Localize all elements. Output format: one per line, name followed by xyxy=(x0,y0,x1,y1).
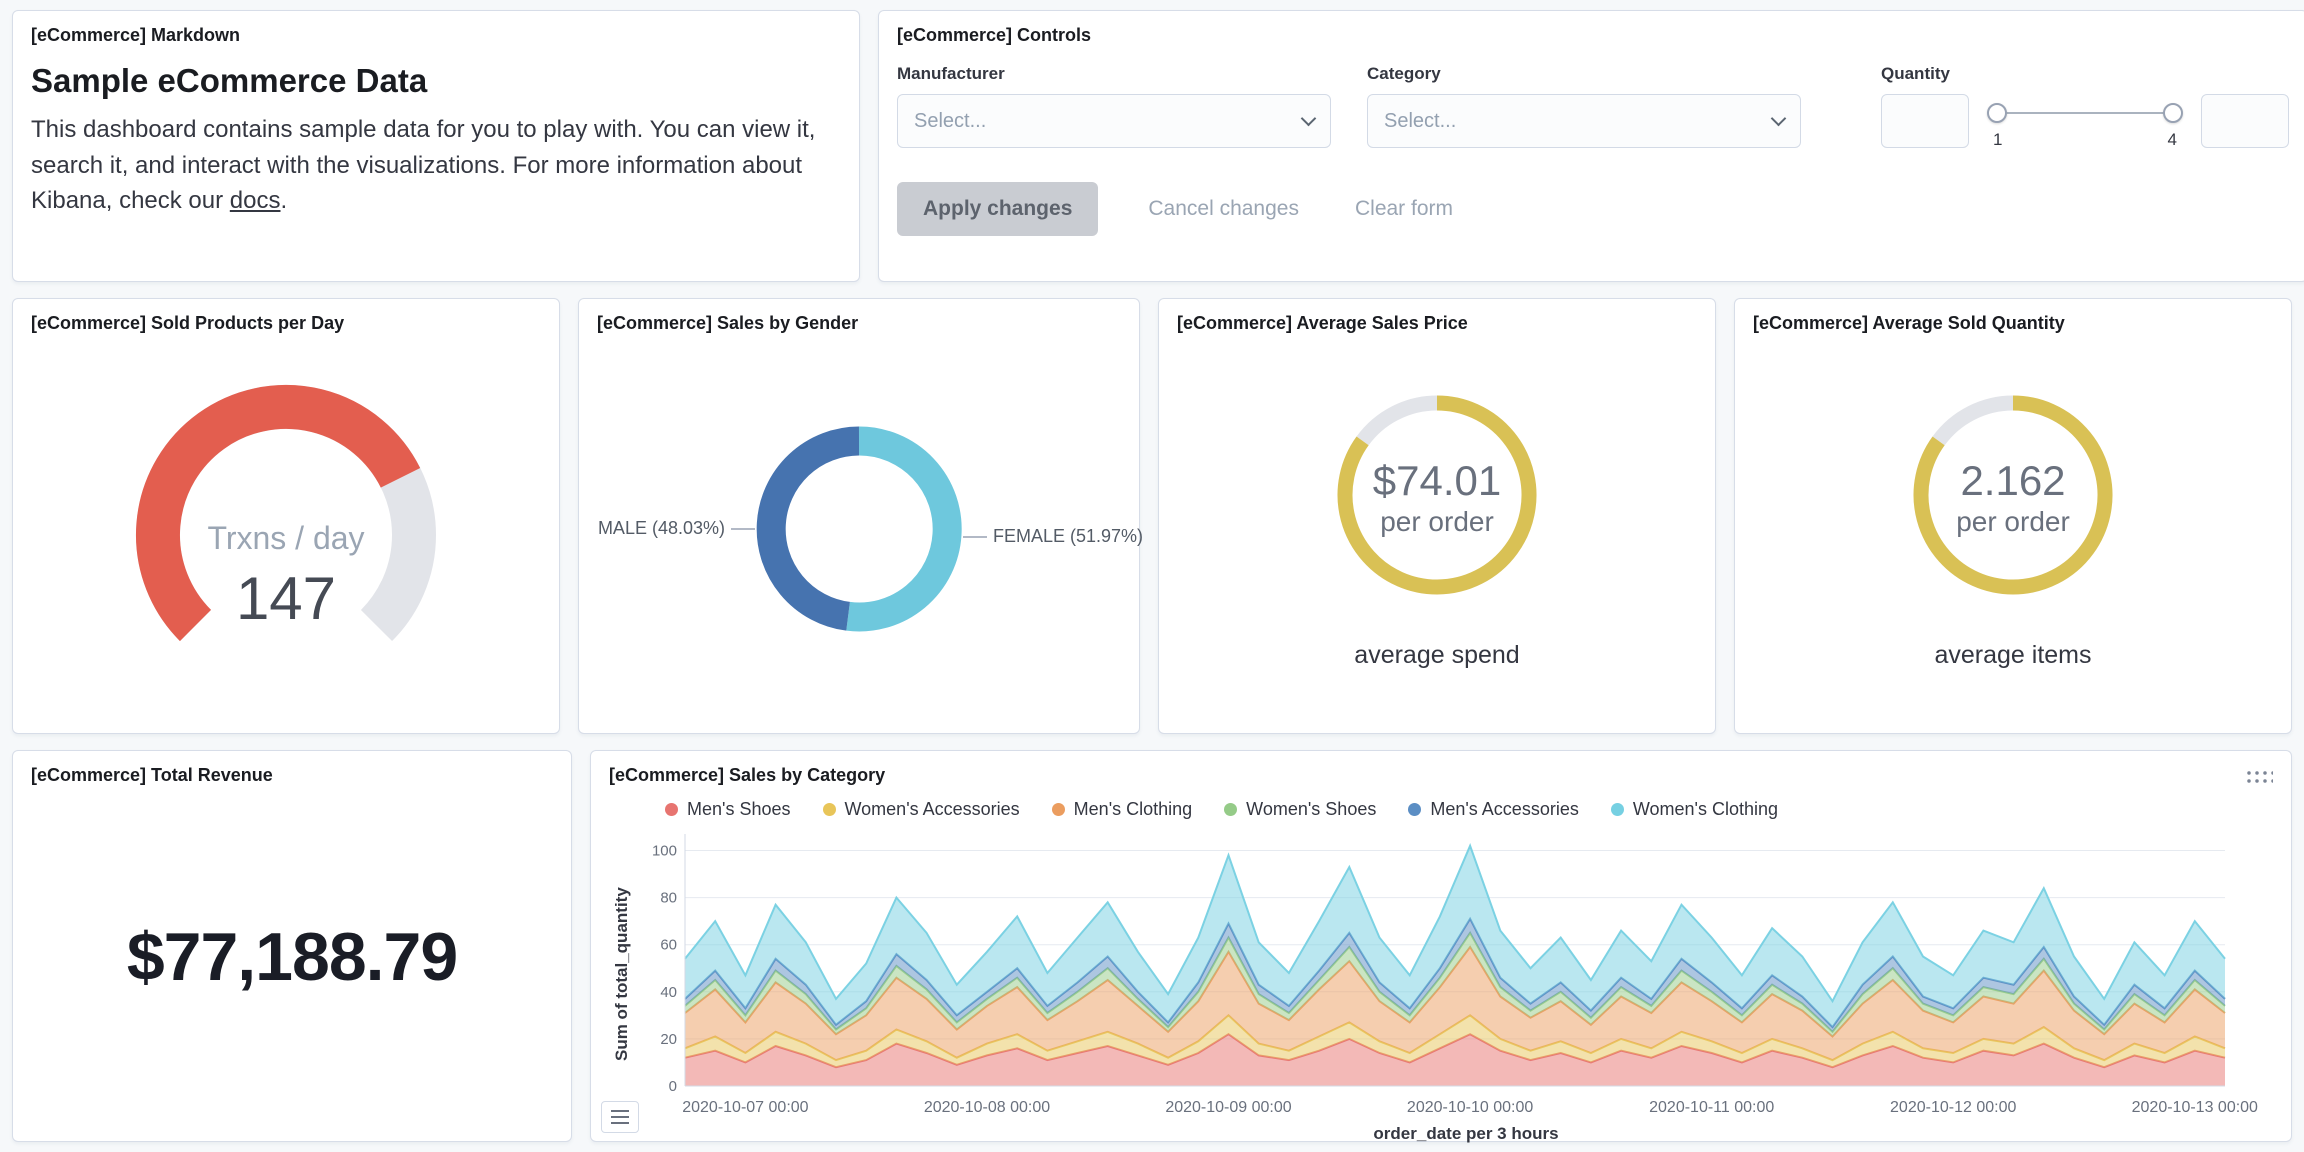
legend-item[interactable]: Women's Clothing xyxy=(1610,799,1779,820)
svg-text:80: 80 xyxy=(660,890,677,907)
legend-dot-icon xyxy=(665,803,678,816)
markdown-body: This dashboard contains sample data for … xyxy=(31,112,831,219)
clear-form-button[interactable]: Clear form xyxy=(1349,196,1459,222)
goal-unit-text: per order xyxy=(1380,506,1494,537)
male-slice-label: MALE (48.03%) xyxy=(598,518,725,538)
svg-text:2020-10-12 00:00: 2020-10-12 00:00 xyxy=(1890,1099,2016,1116)
svg-text:2020-10-11 00:00: 2020-10-11 00:00 xyxy=(1649,1099,1774,1116)
category-placeholder: Select... xyxy=(1384,109,1457,132)
dashboard: [eCommerce] Markdown Sample eCommerce Da… xyxy=(0,0,2304,1152)
panel-title: [eCommerce] Controls xyxy=(897,25,1092,45)
panel-controls: [eCommerce] Controls Manufacturer Select… xyxy=(878,10,2304,282)
svg-text:100: 100 xyxy=(652,843,677,860)
legend-label: Men's Shoes xyxy=(687,799,791,819)
apply-changes-button[interactable]: Apply changes xyxy=(897,182,1099,236)
goal-chart: $74.01 per order xyxy=(1337,395,1537,595)
panel-sold-products-per-day: [eCommerce] Sold Products per Day Trxns … xyxy=(12,298,560,734)
legend-item[interactable]: Women's Accessories xyxy=(822,799,1020,820)
legend-label: Women's Shoes xyxy=(1246,799,1377,819)
category-select[interactable]: Select... xyxy=(1367,94,1801,148)
markdown-heading: Sample eCommerce Data xyxy=(31,62,428,99)
panel-title: [eCommerce] Sold Products per Day xyxy=(31,313,345,333)
legend-dot-icon xyxy=(1224,803,1238,816)
panel-average-sold-quantity: [eCommerce] Average Sold Quantity 2.162 … xyxy=(1734,298,2292,734)
markdown-text-end: . xyxy=(280,187,288,215)
slider-track[interactable] xyxy=(1995,112,2175,114)
panel-sales-by-gender: [eCommerce] Sales by Gender MALE (48.03%… xyxy=(578,298,1143,734)
female-slice-label: FEMALE (51.97%) xyxy=(993,526,1143,546)
manufacturer-label: Manufacturer xyxy=(897,64,1005,83)
svg-text:40: 40 xyxy=(660,984,677,1001)
panel-markdown: [eCommerce] Markdown Sample eCommerce Da… xyxy=(12,10,860,282)
panel-total-revenue: [eCommerce] Total Revenue $77,188.79 xyxy=(12,750,572,1142)
quantity-max-input[interactable] xyxy=(2201,94,2289,148)
svg-text:2020-10-10 00:00: 2020-10-10 00:00 xyxy=(1407,1099,1533,1116)
goal-caption: average items xyxy=(1934,641,2092,669)
category-control: Category Select... xyxy=(1367,64,1801,158)
gauge-label: Trxns / day xyxy=(207,520,364,556)
quantity-label: Quantity xyxy=(1881,64,1950,83)
slider-min-value: 1 xyxy=(1993,130,2003,149)
panel-options-icon[interactable] xyxy=(2243,767,2273,787)
quantity-min-input[interactable] xyxy=(1881,94,1969,148)
svg-text:2020-10-08 00:00: 2020-10-08 00:00 xyxy=(924,1099,1050,1116)
goal-chart: 2.162 per order xyxy=(1913,395,2113,595)
svg-text:2020-10-07 00:00: 2020-10-07 00:00 xyxy=(682,1099,808,1116)
cancel-changes-button[interactable]: Cancel changes xyxy=(1142,196,1305,222)
legend-label: Men's Accessories xyxy=(1430,799,1579,819)
manufacturer-placeholder: Select... xyxy=(914,109,987,132)
panel-title: [eCommerce] Total Revenue xyxy=(31,765,273,785)
panel-title: [eCommerce] Average Sold Quantity xyxy=(1753,313,2065,333)
range-slider-handle-right[interactable] xyxy=(2163,103,2183,123)
svg-text:60: 60 xyxy=(660,937,677,954)
list-icon xyxy=(611,1110,629,1124)
legend-label: Women's Clothing xyxy=(1632,799,1779,819)
legend-dot-icon xyxy=(822,803,836,816)
stacked-area-chart: 0 20 40 60 80 100 2020-10-07 00:00 2020-10-08 0… xyxy=(652,834,2258,1116)
quantity-control: Quantity 1 4 xyxy=(1881,64,2289,158)
category-label: Category xyxy=(1367,64,1441,83)
legend-label: Men's Clothing xyxy=(1073,799,1193,819)
legend-item[interactable]: Women's Shoes xyxy=(1224,799,1376,820)
svg-text:0: 0 xyxy=(669,1078,677,1095)
slider-max-value: 4 xyxy=(2167,130,2177,149)
panel-sales-by-category: [eCommerce] Sales by Category Men's Shoe… xyxy=(590,750,2292,1143)
range-slider-handle-left[interactable] xyxy=(1987,103,2007,123)
y-axis-label: Sum of total_quantity xyxy=(612,887,631,1061)
svg-text:2020-10-09 00:00: 2020-10-09 00:00 xyxy=(1165,1099,1291,1116)
manufacturer-select[interactable]: Select... xyxy=(897,94,1331,148)
gauge-chart: Trxns / day 147 xyxy=(135,384,436,641)
chart-legend: Men's Shoes Women's Accessories Men's Clot… xyxy=(665,799,2273,820)
x-axis-label: order_date per 3 hours xyxy=(1373,1124,1559,1143)
panel-average-sales-price: [eCommerce] Average Sales Price $74.01 p… xyxy=(1158,298,1716,734)
goal-caption: average spend xyxy=(1354,641,1520,669)
quantity-range-slider[interactable]: 1 4 xyxy=(1987,94,2183,158)
gender-donut-chart: MALE (48.03%) FEMALE (51.97%) xyxy=(598,425,1143,631)
markdown-text: This dashboard contains sample data for … xyxy=(31,116,816,215)
legend-item[interactable]: Men's Accessories xyxy=(1408,799,1579,820)
legend-item[interactable]: Men's Clothing xyxy=(1051,799,1193,820)
legend-toggle-button[interactable] xyxy=(601,1101,639,1133)
goal-value-text: 2.162 xyxy=(1960,457,2065,504)
goal-unit-text: per order xyxy=(1956,506,2070,537)
svg-text:2020-10-13 00:00: 2020-10-13 00:00 xyxy=(2132,1099,2258,1116)
panel-title: [eCommerce] Average Sales Price xyxy=(1177,313,1468,333)
panel-title: [eCommerce] Sales by Gender xyxy=(597,313,859,333)
goal-value-text: $74.01 xyxy=(1373,457,1501,504)
legend-dot-icon xyxy=(1408,803,1422,816)
gauge-value-text: 147 xyxy=(236,565,336,632)
chevron-down-icon xyxy=(1300,110,1317,126)
legend-dot-icon xyxy=(1051,803,1065,816)
docs-link[interactable]: docs xyxy=(230,187,281,214)
total-revenue-value: $77,188.79 xyxy=(126,918,458,995)
legend-item[interactable]: Men's Shoes xyxy=(665,799,791,820)
manufacturer-control: Manufacturer Select... xyxy=(897,64,1331,158)
chevron-down-icon xyxy=(1770,110,1787,126)
legend-label: Women's Accessories xyxy=(844,799,1020,819)
svg-text:20: 20 xyxy=(660,1031,677,1048)
panel-title: [eCommerce] Markdown xyxy=(31,25,241,45)
legend-dot-icon xyxy=(1610,803,1624,816)
panel-title: [eCommerce] Sales by Category xyxy=(609,765,886,785)
